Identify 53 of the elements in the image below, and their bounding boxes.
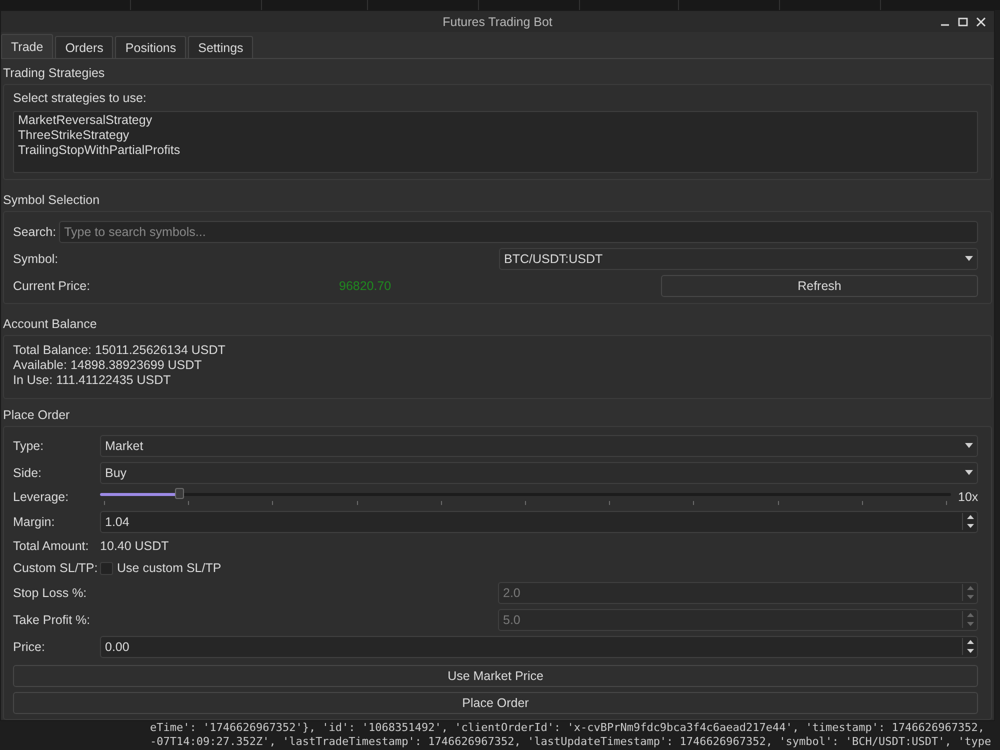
- field-label: Total Amount:: [13, 539, 89, 553]
- refresh-button[interactable]: Refresh: [661, 274, 978, 296]
- strategy-item[interactable]: TrailingStopWithPartialProfits: [17, 143, 974, 158]
- field-label: Side:: [13, 466, 42, 480]
- tab[interactable]: Settings: [188, 36, 254, 58]
- number-field[interactable]: 1.04: [100, 510, 978, 532]
- action-button[interactable]: Use Market Price: [13, 665, 978, 687]
- leverage-value: 10x: [958, 490, 978, 504]
- field-label: Price:: [13, 640, 45, 654]
- window-title: Futures Trading Bot: [442, 14, 552, 28]
- balance-text: Available: 14898.38923699 USDT: [13, 358, 202, 373]
- strategy-item[interactable]: MarketReversalStrategy: [17, 113, 974, 128]
- action-button[interactable]: Place Order: [13, 692, 978, 714]
- leverage-slider[interactable]: [100, 486, 951, 508]
- slider-handle[interactable]: [174, 488, 184, 499]
- group-title: Symbol Selection: [3, 192, 101, 209]
- symbol-dropdown[interactable]: BTC/USDT:USDT: [499, 248, 978, 270]
- current-price: 96820.70: [339, 278, 392, 292]
- checkbox[interactable]: [100, 562, 113, 574]
- group-title: Trading Strategies: [3, 65, 106, 82]
- group-title: Account Balance: [3, 316, 98, 333]
- caret-icon: [965, 256, 973, 261]
- maximize-icon[interactable]: [958, 17, 968, 27]
- field-label: Symbol:: [13, 252, 58, 266]
- caret-icon: [965, 443, 973, 448]
- field-label: Custom SL/TP:: [13, 561, 98, 575]
- field-label: Stop Loss %:: [13, 586, 87, 600]
- field-label: Search:: [13, 224, 56, 238]
- dropdown[interactable]: Market: [100, 434, 978, 456]
- balance-text: Total Balance: 15011.25626134 USDT: [13, 343, 226, 358]
- number-field[interactable]: 0.00: [100, 636, 978, 658]
- checkbox-label[interactable]: Use custom SL/TP: [117, 561, 222, 575]
- tab[interactable]: Trade: [1, 34, 54, 58]
- tab[interactable]: Orders: [55, 36, 114, 58]
- field-label: Margin:: [13, 514, 55, 528]
- spin-arrows-icon[interactable]: [962, 513, 975, 530]
- field-label: Leverage:: [13, 490, 69, 504]
- caret-icon: [965, 470, 973, 475]
- total-amount: 10.40 USDT: [100, 539, 169, 553]
- strategy-item[interactable]: ThreeStrikeStrategy: [17, 128, 974, 143]
- group-title: Place Order: [3, 407, 71, 424]
- spin-arrows-icon[interactable]: [962, 638, 975, 655]
- terminal-line: -07T14:09:27.352Z', 'lastTradeTimestamp': 1746626967352, 'lastUpdateTimestamp': 1746626967352, 'symbol': 'BCH/USDT:USDT', 'type: [150, 735, 992, 749]
- field-label: Current Price:: [13, 278, 90, 292]
- terminal-line: eTime': '1746626967352'}, 'id': '1068351492', 'clientOrderId': 'x-cvBPrNm9fdc9bca3f4c6aead217e44', 'timestamp': 1746626967352,: [150, 721, 986, 735]
- tab[interactable]: Positions: [115, 36, 186, 58]
- balance-text: In Use: 111.41122435 USDT: [13, 373, 171, 388]
- dropdown[interactable]: Buy: [100, 462, 978, 484]
- close-icon[interactable]: [976, 17, 986, 27]
- search-field[interactable]: Type to search symbols...: [59, 220, 978, 242]
- field-label: Type:: [13, 438, 44, 452]
- strategies-prompt: Select strategies to use:: [13, 91, 146, 105]
- field-label: Take Profit %:: [13, 612, 90, 626]
